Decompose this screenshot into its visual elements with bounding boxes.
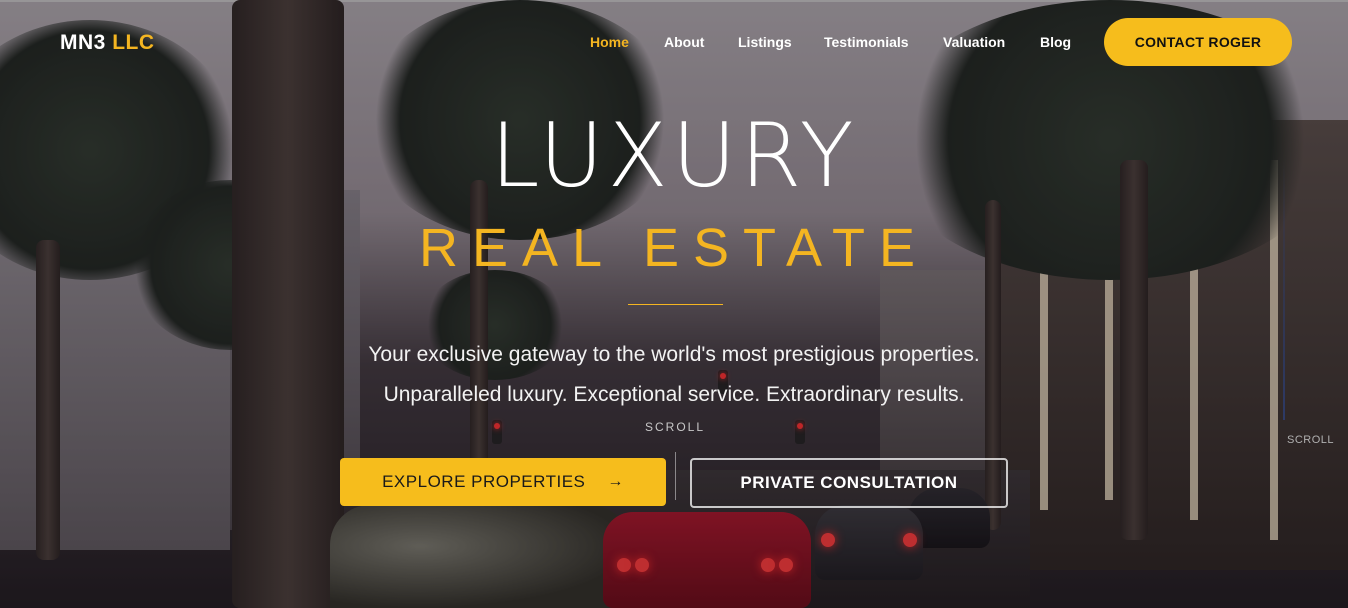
nav-item-blog[interactable]: Blog	[1040, 34, 1071, 50]
scroll-line	[1283, 160, 1285, 420]
title-divider	[628, 304, 723, 305]
hero-tagline-1: Your exclusive gateway to the world's mo…	[368, 343, 980, 366]
explore-properties-button[interactable]: EXPLORE PROPERTIES →	[340, 458, 666, 506]
nav-item-valuation[interactable]: Valuation	[943, 34, 1005, 50]
nav-item-about[interactable]: About	[664, 34, 704, 50]
scroll-indicator-side[interactable]: SCROLL	[1287, 434, 1334, 446]
logo[interactable]: MN3 LLC	[60, 31, 155, 55]
scroll-indicator[interactable]: SCROLL	[645, 420, 705, 434]
explore-properties-label: EXPLORE PROPERTIES	[382, 472, 586, 491]
nav-item-testimonials[interactable]: Testimonials	[824, 34, 909, 50]
hero-title: LUXURY	[490, 104, 858, 207]
hero-tagline-2: Unparalleled luxury. Exceptional service…	[383, 383, 965, 406]
private-consultation-button[interactable]: PRIVATE CONSULTATION	[690, 458, 1008, 508]
hero-subtitle: REAL ESTATE	[418, 218, 930, 278]
logo-name: MN3	[60, 31, 106, 54]
arrow-right-icon: →	[607, 473, 624, 490]
button-divider	[675, 452, 676, 500]
contact-button[interactable]: CONTACT ROGER	[1104, 18, 1292, 66]
nav-item-home[interactable]: Home	[590, 34, 629, 50]
logo-suffix: LLC	[112, 31, 155, 54]
nav-item-listings[interactable]: Listings	[738, 34, 792, 50]
